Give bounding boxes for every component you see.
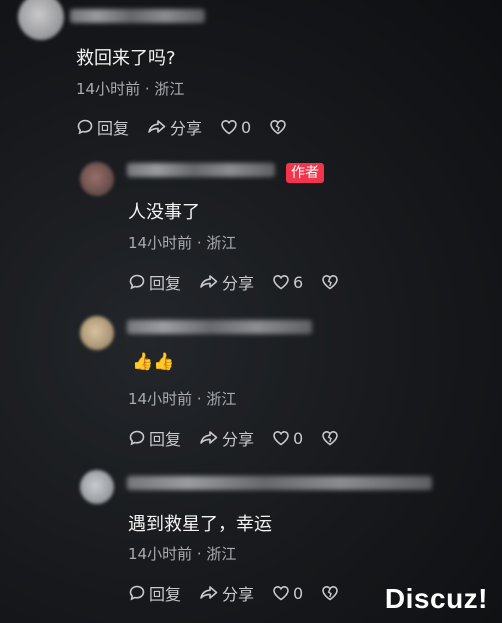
reply-label: 回复: [149, 274, 182, 293]
like-button[interactable]: 0: [220, 118, 251, 137]
like-count: 6: [293, 272, 304, 292]
reply-label: 回复: [149, 430, 182, 449]
comment-text: 救回来了吗?: [76, 48, 176, 69]
dislike-button[interactable]: [269, 118, 290, 136]
share-label: 分享: [170, 119, 203, 138]
like-count: 0: [293, 583, 304, 603]
share-button[interactable]: 分享: [147, 115, 202, 139]
share-label: 分享: [222, 585, 255, 604]
dislike-button[interactable]: [321, 584, 342, 602]
comment-meta: 14小时前 · 浙江: [128, 545, 237, 563]
share-label: 分享: [222, 430, 255, 449]
reply-button[interactable]: 回复: [76, 115, 129, 139]
speech-bubble-icon: [129, 274, 145, 290]
dislike-button[interactable]: [321, 273, 342, 291]
reply-label: 回复: [149, 585, 182, 604]
broken-heart-icon: [322, 430, 339, 446]
heart-icon: [221, 119, 237, 135]
author-badge: 作者: [286, 163, 324, 183]
heart-icon: [273, 274, 289, 290]
like-count: 0: [241, 117, 252, 137]
broken-heart-icon: [322, 274, 339, 290]
share-label: 分享: [222, 274, 255, 293]
comment-meta: 14小时前 · 浙江: [128, 390, 237, 408]
speech-bubble-icon: [129, 430, 145, 446]
share-arrow-icon: [148, 120, 166, 133]
username-blurred[interactable]: [127, 476, 432, 490]
dislike-button[interactable]: [321, 429, 342, 447]
broken-heart-icon: [322, 585, 339, 601]
reply-button[interactable]: 回复: [128, 270, 181, 294]
share-button[interactable]: 分享: [199, 270, 254, 294]
comment-text: 人没事了: [128, 202, 200, 223]
heart-icon: [273, 430, 289, 446]
share-arrow-icon: [200, 586, 218, 599]
avatar[interactable]: [80, 470, 114, 504]
comment-text: 👍👍: [132, 352, 175, 372]
speech-bubble-icon: [129, 585, 145, 601]
like-button[interactable]: 0: [272, 429, 303, 448]
username-blurred[interactable]: [70, 9, 205, 23]
comment-meta: 14小时前 · 浙江: [76, 80, 185, 98]
reply-button[interactable]: 回复: [128, 581, 181, 605]
like-count: 0: [293, 428, 304, 448]
comment-actions: 回复 分享 0: [76, 115, 308, 139]
comment-actions: 回复 分享 0: [128, 581, 360, 605]
username-blurred[interactable]: [127, 320, 312, 334]
watermark: Discuz!: [384, 583, 488, 614]
comment-actions: 回复 分享 0: [128, 426, 360, 450]
speech-bubble-icon: [77, 119, 93, 135]
avatar[interactable]: [80, 316, 114, 350]
share-arrow-icon: [200, 431, 218, 444]
like-button[interactable]: 6: [272, 273, 303, 292]
comment-actions: 回复 分享 6: [128, 270, 360, 294]
reply-button[interactable]: 回复: [128, 426, 181, 450]
broken-heart-icon: [270, 119, 287, 135]
avatar[interactable]: [80, 162, 114, 196]
share-arrow-icon: [200, 275, 218, 288]
comment-meta: 14小时前 · 浙江: [128, 234, 237, 252]
share-button[interactable]: 分享: [199, 581, 254, 605]
like-button[interactable]: 0: [272, 584, 303, 603]
username-blurred[interactable]: [127, 163, 275, 177]
avatar[interactable]: [18, 0, 64, 40]
reply-label: 回复: [97, 119, 130, 138]
share-button[interactable]: 分享: [199, 426, 254, 450]
heart-icon: [273, 585, 289, 601]
comment-text: 遇到救星了，幸运: [128, 514, 272, 535]
